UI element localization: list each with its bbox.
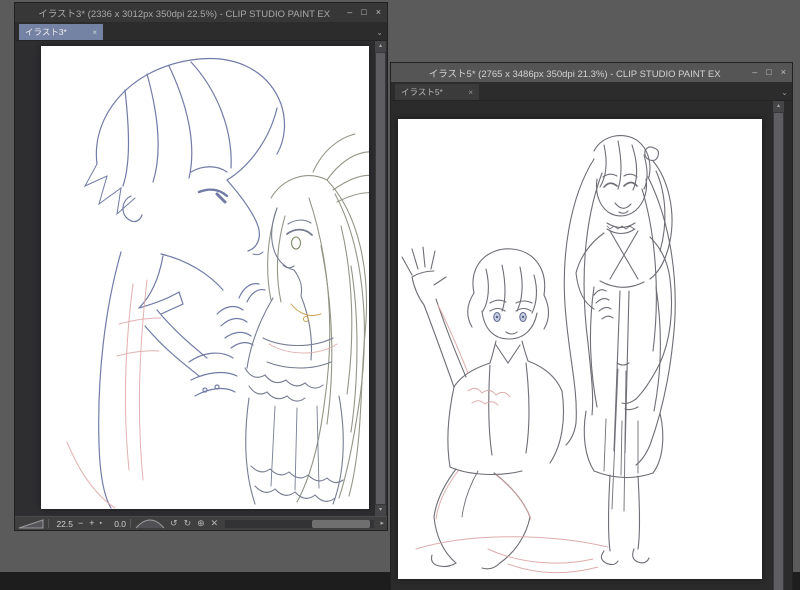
maximize-button[interactable]: □ <box>361 8 366 17</box>
rotation-value: 0.0 <box>114 518 127 529</box>
right-canvas-artwork <box>401 135 676 574</box>
window-illustration-3: イラスト3* (2336 x 3012px 350dpi 22.5%) - CL… <box>14 2 388 531</box>
reset-view-icon[interactable]: ✕ <box>210 519 220 528</box>
titlebar-right[interactable]: イラスト5* (2765 x 3486px 350dpi 21.3%) - CL… <box>391 63 792 82</box>
rotation-slider[interactable] <box>135 519 165 529</box>
tab-label: イラスト5* <box>401 87 443 97</box>
tab-illustration-5[interactable]: イラスト5* × <box>395 84 479 100</box>
tabbar-left: イラスト3* × ⌄ <box>15 22 387 41</box>
minimize-button[interactable]: – <box>752 68 757 77</box>
rotate-right-icon[interactable]: ↻ <box>183 519 193 528</box>
maximize-button[interactable]: □ <box>766 68 771 77</box>
rotate-left-icon[interactable]: ↺ <box>169 519 179 528</box>
close-button[interactable]: × <box>781 68 786 77</box>
horizontal-scroll-thumb[interactable] <box>311 519 370 528</box>
zoom-value: 22.5 <box>56 518 73 529</box>
window-title-left: イラスト3* (2336 x 3012px 350dpi 22.5%) - CL… <box>38 8 331 20</box>
vertical-scrollbar-left[interactable]: ▴ ▾ <box>374 41 386 516</box>
desktop: イラスト3* (2336 x 3012px 350dpi 22.5%) - CL… <box>0 0 800 590</box>
canvas-page-left[interactable] <box>41 46 369 509</box>
scroll-down-icon[interactable]: ▾ <box>375 505 386 516</box>
scroll-thumb[interactable] <box>376 53 385 504</box>
zoom-slider[interactable] <box>18 518 44 529</box>
zoom-in-button[interactable]: + <box>88 519 95 528</box>
zoom-out-button[interactable]: − <box>77 519 84 528</box>
close-button[interactable]: × <box>376 8 381 17</box>
fit-to-screen-button[interactable]: ▪ <box>100 520 102 527</box>
tab-label: イラスト3* <box>25 27 67 37</box>
scroll-up-icon[interactable]: ▴ <box>375 41 386 52</box>
tab-close-icon[interactable]: × <box>82 28 97 37</box>
tab-illustration-3[interactable]: イラスト3* × <box>19 24 103 40</box>
canvas-area-right[interactable]: ▴ ▾ <box>391 101 792 590</box>
scroll-up-icon[interactable]: ▴ <box>773 101 784 112</box>
titlebar-left[interactable]: イラスト3* (2336 x 3012px 350dpi 22.5%) - CL… <box>15 3 387 22</box>
canvas-area-left[interactable]: ▴ ▾ <box>15 41 387 516</box>
tab-list-chevron-icon[interactable]: ⌄ <box>376 29 383 37</box>
window-illustration-5: イラスト5* (2765 x 3486px 350dpi 21.3%) - CL… <box>390 62 793 590</box>
minimize-button[interactable]: – <box>347 8 352 17</box>
tab-list-chevron-icon[interactable]: ⌄ <box>781 89 788 97</box>
scroll-thumb[interactable] <box>774 113 783 590</box>
tabbar-right: イラスト5* × ⌄ <box>391 82 792 101</box>
vertical-scrollbar-right[interactable]: ▴ ▾ <box>772 101 784 590</box>
window-controls-right: – □ × <box>752 68 786 77</box>
canvas-page-right[interactable] <box>398 119 762 579</box>
window-title-right: イラスト5* (2765 x 3486px 350dpi 21.3%) - CL… <box>428 68 721 80</box>
statusbar-left: 22.5 − + ▪ 0.0 ↺ ↻ ⊕ ✕ ▸ <box>15 516 387 530</box>
left-canvas-artwork <box>66 58 369 509</box>
reset-rotation-icon[interactable]: ⊕ <box>196 519 206 528</box>
divider <box>48 519 49 528</box>
window-controls-left: – □ × <box>347 8 381 17</box>
tab-close-icon[interactable]: × <box>458 88 473 97</box>
divider <box>130 519 132 528</box>
scroll-right-icon[interactable]: ▸ <box>380 520 384 527</box>
horizontal-scrollbar[interactable] <box>225 519 375 528</box>
